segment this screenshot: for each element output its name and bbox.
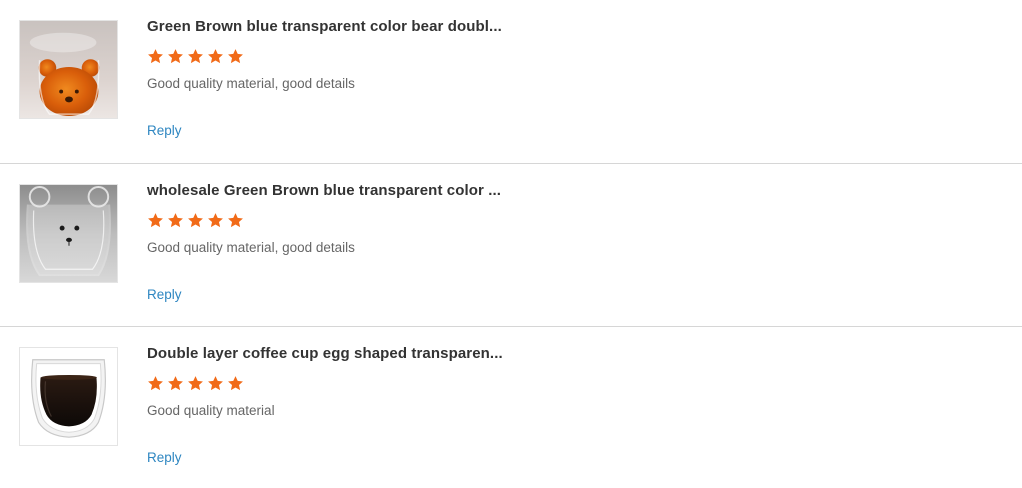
star-icon xyxy=(148,49,163,64)
reply-link[interactable]: Reply xyxy=(147,450,182,465)
amber-bear-glass-cup-image[interactable] xyxy=(19,20,118,119)
review-item: Green Brown blue transparent color bear … xyxy=(0,0,1022,163)
double-wall-coffee-cup-image[interactable] xyxy=(19,347,118,446)
star-rating xyxy=(147,48,244,67)
review-item: wholesale Green Brown blue transparent c… xyxy=(0,163,1022,326)
star-icon xyxy=(228,376,243,391)
star-icon xyxy=(168,49,183,64)
review-product-title[interactable]: Double layer coffee cup egg shaped trans… xyxy=(147,345,503,362)
star-rating xyxy=(147,212,244,231)
star-icon xyxy=(188,213,203,228)
star-icon xyxy=(148,376,163,391)
star-icon xyxy=(188,376,203,391)
star-icon xyxy=(168,376,183,391)
review-product-title[interactable]: Green Brown blue transparent color bear … xyxy=(147,18,502,35)
review-comment: Good quality material, good details xyxy=(147,240,355,255)
star-icon xyxy=(148,213,163,228)
reply-link[interactable]: Reply xyxy=(147,123,182,138)
star-icon xyxy=(168,213,183,228)
star-icon xyxy=(208,49,223,64)
star-icon xyxy=(228,213,243,228)
review-product-title[interactable]: wholesale Green Brown blue transparent c… xyxy=(147,182,501,199)
review-list: Green Brown blue transparent color bear … xyxy=(0,0,1022,488)
clear-bear-glass-cup-image[interactable] xyxy=(19,184,118,283)
star-icon xyxy=(208,213,223,228)
review-comment: Good quality material xyxy=(147,403,275,418)
star-rating xyxy=(147,375,244,394)
reply-link[interactable]: Reply xyxy=(147,287,182,302)
star-icon xyxy=(228,49,243,64)
star-icon xyxy=(188,49,203,64)
review-item: Double layer coffee cup egg shaped trans… xyxy=(0,326,1022,488)
star-icon xyxy=(208,376,223,391)
review-comment: Good quality material, good details xyxy=(147,76,355,91)
